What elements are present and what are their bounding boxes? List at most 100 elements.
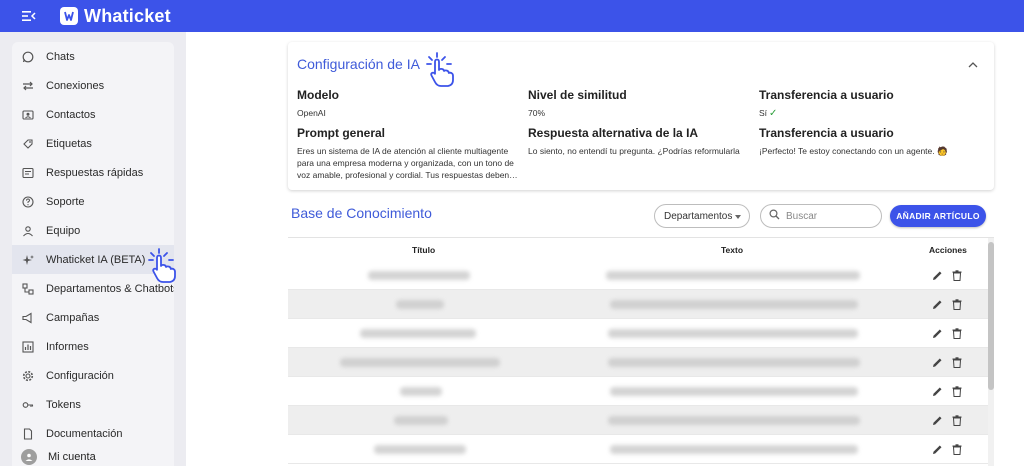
logo-icon — [60, 7, 78, 25]
redacted-title — [368, 271, 470, 280]
departments-select[interactable]: Departamentos — [654, 204, 750, 228]
sidebar-item-contactos[interactable]: Contactos — [12, 100, 174, 129]
sidebar-item-label: Departamentos & Chatbots — [46, 282, 174, 295]
transfer-value: Sí — [759, 108, 768, 118]
edit-icon[interactable] — [930, 326, 944, 340]
sidebar-item-equipo[interactable]: Equipo — [12, 216, 174, 245]
redacted-title — [396, 300, 444, 309]
sidebar-item-label: Configuración — [46, 369, 114, 382]
redacted-text — [608, 416, 860, 425]
sparkle-icon — [21, 253, 35, 267]
table-row — [288, 377, 988, 406]
fallback-value: Lo siento, no entendí tu pregunta. ¿Podr… — [528, 146, 740, 156]
megaphone-icon — [21, 311, 35, 325]
trash-icon[interactable] — [950, 442, 964, 456]
table-scrollbar[interactable] — [988, 238, 994, 466]
search-field[interactable] — [760, 204, 882, 228]
sidebar-item-label: Respuestas rápidas — [46, 166, 144, 179]
sidebar-menu: Chats Conexiones Contactos Etiquetas Res… — [12, 42, 174, 464]
document-icon — [21, 427, 35, 441]
sidebar-item-label: Conexiones — [46, 79, 105, 92]
fallback-label: Respuesta alternativa de la IA — [528, 126, 699, 140]
team-icon — [21, 224, 35, 238]
field-prompt: Prompt general Eres un sistema de IA de … — [297, 126, 522, 181]
ia-config-card: Configuración de IA Modelo OpenAI Nivel … — [288, 42, 994, 190]
sidebar-item-tokens[interactable]: Tokens — [12, 390, 174, 419]
sidebar-item-label: Informes — [46, 340, 89, 353]
app-logo[interactable]: Whaticket — [60, 6, 171, 27]
redacted-title — [340, 358, 500, 367]
table-row — [288, 406, 988, 435]
trash-icon[interactable] — [950, 355, 964, 369]
sidebar-item-soporte[interactable]: Soporte — [12, 187, 174, 216]
sidebar-item-label: Contactos — [46, 108, 96, 121]
table-row — [288, 290, 988, 319]
sidebar-item-chats[interactable]: Chats — [12, 42, 174, 71]
redacted-text — [610, 300, 858, 309]
knowledge-base-title: Base de Conocimiento — [291, 205, 432, 221]
sidebar-item-configuracion[interactable]: Configuración — [12, 361, 174, 390]
transfer-message-value: ¡Perfecto! Te estoy conectando con un ag… — [759, 146, 948, 156]
ia-config-title: Configuración de IA — [297, 56, 420, 72]
sidebar-item-whaticket-ia[interactable]: Whaticket IA (BETA) — [12, 245, 174, 274]
table-row — [288, 435, 988, 464]
transfer-message-label: Transferencia a usuario — [759, 126, 894, 140]
table-header: Título Texto Acciones — [288, 238, 994, 261]
sidebar-item-label: Campañas — [46, 311, 100, 324]
caret-down-icon — [735, 215, 741, 219]
sidebar-item-label: Chats — [46, 50, 75, 63]
redacted-title — [374, 445, 466, 454]
trash-icon[interactable] — [950, 326, 964, 340]
similarity-label: Nivel de similitud — [528, 88, 627, 102]
trash-icon[interactable] — [950, 297, 964, 311]
edit-icon[interactable] — [930, 384, 944, 398]
sidebar-item-departamentos[interactable]: Departamentos & Chatbots — [12, 274, 174, 303]
sidebar-item-conexiones[interactable]: Conexiones — [12, 71, 174, 100]
sidebar-item-campanas[interactable]: Campañas — [12, 303, 174, 332]
add-article-button[interactable]: AÑADIR ARTÍCULO — [890, 205, 986, 227]
trash-icon[interactable] — [950, 413, 964, 427]
tag-icon — [21, 137, 35, 151]
model-value: OpenAI — [297, 108, 326, 118]
sidebar-item-label: Soporte — [46, 195, 85, 208]
table-row — [288, 348, 988, 377]
trash-icon[interactable] — [950, 384, 964, 398]
gear-icon — [21, 369, 35, 383]
edit-icon[interactable] — [930, 355, 944, 369]
swap-icon — [21, 79, 35, 93]
prompt-label: Prompt general — [297, 126, 386, 140]
sidebar: Chats Conexiones Contactos Etiquetas Res… — [0, 32, 186, 466]
account-menu[interactable]: Mi cuenta — [12, 442, 174, 466]
scrollbar-thumb[interactable] — [988, 242, 994, 390]
menu-collapse-icon[interactable] — [18, 5, 40, 27]
check-icon: ✓ — [769, 108, 778, 119]
departments-icon — [21, 282, 35, 296]
redacted-text — [608, 358, 860, 367]
chart-icon — [21, 340, 35, 354]
search-icon — [769, 207, 780, 225]
articles-table: Título Texto Acciones — [288, 237, 994, 466]
column-text: Texto — [721, 245, 744, 255]
edit-icon[interactable] — [930, 297, 944, 311]
column-actions: Acciones — [929, 245, 967, 255]
field-model: Modelo OpenAI — [297, 88, 522, 119]
edit-icon[interactable] — [930, 413, 944, 427]
sidebar-item-informes[interactable]: Informes — [12, 332, 174, 361]
field-transfer-message: Transferencia a usuario ¡Perfecto! Te es… — [759, 126, 984, 157]
sidebar-item-label: Etiquetas — [46, 137, 92, 150]
sidebar-item-label: Tokens — [46, 398, 81, 411]
edit-icon[interactable] — [930, 442, 944, 456]
model-label: Modelo — [297, 88, 339, 102]
edit-icon[interactable] — [930, 268, 944, 282]
app-name: Whaticket — [84, 5, 171, 26]
table-row — [288, 261, 988, 290]
redacted-text — [610, 387, 858, 396]
sidebar-item-label: Documentación — [46, 427, 123, 440]
similarity-value: 70% — [528, 108, 546, 118]
sidebar-item-respuestas-rapidas[interactable]: Respuestas rápidas — [12, 158, 174, 187]
chevron-up-icon[interactable] — [966, 58, 980, 72]
search-input[interactable] — [786, 210, 874, 222]
sidebar-item-label: Whaticket IA (BETA) — [46, 253, 146, 266]
sidebar-item-etiquetas[interactable]: Etiquetas — [12, 129, 174, 158]
trash-icon[interactable] — [950, 268, 964, 282]
